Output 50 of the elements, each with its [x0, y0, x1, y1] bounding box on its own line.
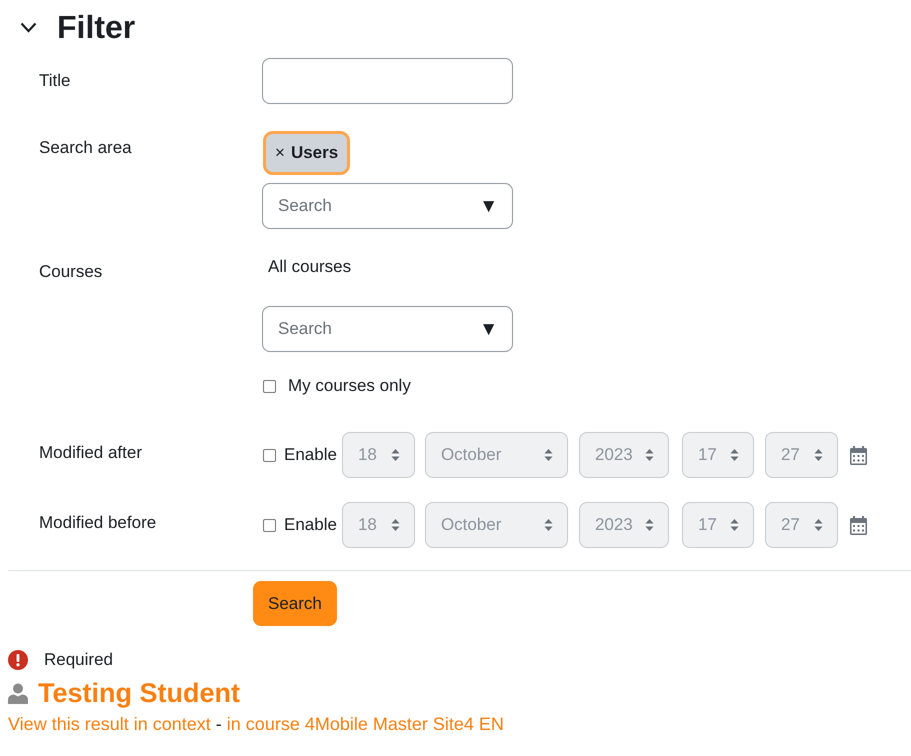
year-select[interactable]: 2023 — [578, 502, 669, 548]
result-title-link[interactable]: Testing Student — [38, 676, 240, 710]
required-note: Required — [44, 649, 113, 671]
checkbox-label[interactable]: Enable — [284, 443, 337, 467]
context-link[interactable]: View this result in context — [8, 714, 211, 734]
field-label: Title — [39, 70, 70, 92]
month-select[interactable]: October — [424, 502, 568, 548]
calendar-icon[interactable] — [850, 446, 867, 464]
sort-arrows-icon — [730, 518, 739, 532]
sort-arrows-icon — [814, 448, 823, 462]
section-heading: Filter — [57, 8, 136, 47]
search-field[interactable]: Search ▼ — [262, 183, 513, 229]
field-label: Modified before — [39, 512, 156, 534]
year-select[interactable]: 2023 — [578, 432, 669, 478]
dropdown-arrow[interactable]: ▼ — [479, 320, 498, 338]
calendar-icon[interactable] — [850, 516, 867, 534]
day-select[interactable]: 18 — [342, 502, 415, 548]
sort-arrows-icon — [814, 518, 823, 532]
chevron-icon[interactable] — [20, 22, 37, 32]
sort-arrows-icon — [644, 518, 654, 532]
sort-arrows-icon — [390, 448, 400, 462]
checkbox-label[interactable]: Enable — [284, 513, 337, 537]
selection-text: All courses — [268, 256, 352, 278]
course-link[interactable]: in course 4Mobile Master Site4 EN — [226, 714, 504, 734]
day-select[interactable]: 18 — [342, 432, 415, 478]
selected-tag[interactable]: × Users — [263, 131, 350, 175]
checkbox[interactable] — [263, 380, 276, 392]
checkbox[interactable] — [263, 448, 276, 462]
checkbox-label[interactable]: My courses only — [288, 374, 411, 398]
user-icon — [8, 682, 28, 704]
month-select[interactable]: October — [424, 432, 568, 478]
minute-select[interactable]: 27 — [764, 502, 838, 548]
checkbox[interactable] — [263, 518, 276, 532]
hour-select[interactable]: 17 — [682, 502, 754, 548]
sort-arrows-icon — [544, 518, 553, 532]
separator-text: - — [216, 714, 222, 734]
sort-arrows-icon — [644, 448, 654, 462]
sort-arrows-icon — [544, 448, 553, 462]
search-button[interactable]: Search — [253, 581, 337, 626]
exclamation-icon — [8, 650, 28, 670]
field-label: Search area — [39, 137, 132, 159]
minute-select[interactable]: 27 — [764, 432, 838, 478]
title-input[interactable] — [262, 58, 513, 104]
field-label: Courses — [39, 261, 102, 283]
sort-arrows-icon — [390, 518, 400, 532]
hour-select[interactable]: 17 — [682, 432, 754, 478]
sort-arrows-icon — [730, 448, 739, 462]
field-label: Modified after — [39, 442, 142, 464]
search-field[interactable]: Search ▼ — [262, 306, 513, 352]
dropdown-arrow[interactable]: ▼ — [479, 196, 498, 216]
